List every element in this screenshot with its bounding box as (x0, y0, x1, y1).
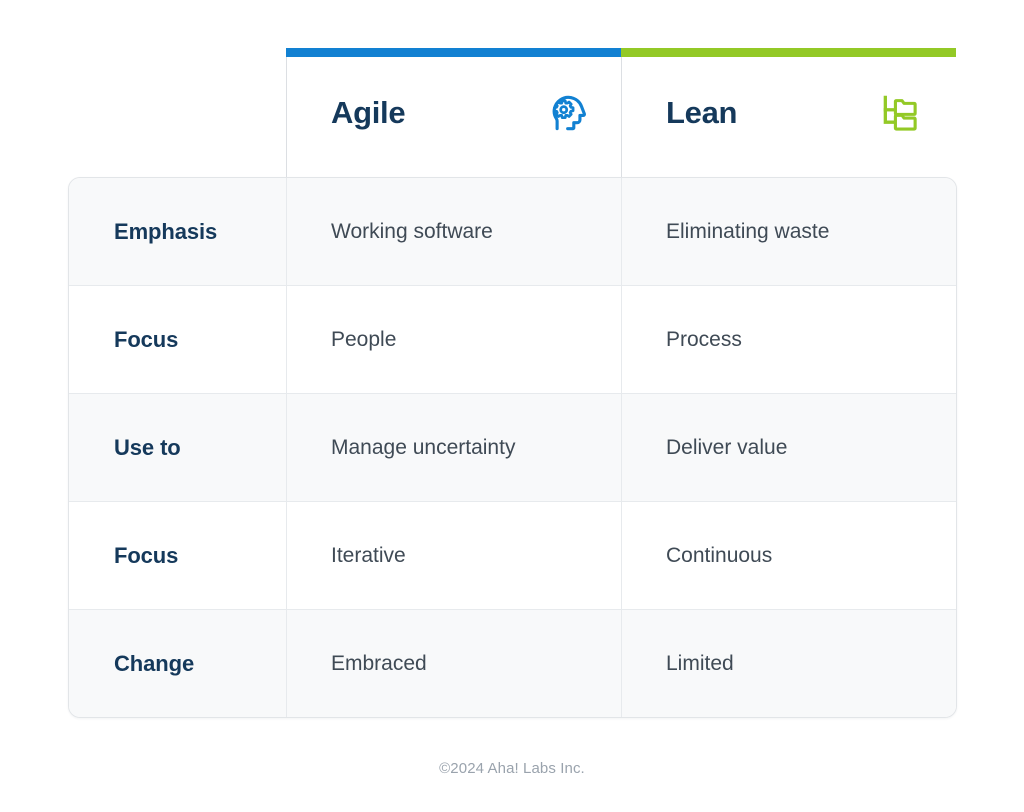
cell-agile: Working software (286, 178, 621, 285)
folder-tree-icon (878, 91, 922, 135)
agile-lean-comparison-table: Agile Lean Emphasis Working software Eli… (68, 48, 957, 718)
cell-agile: Iterative (286, 502, 621, 609)
column-title-agile: Agile (331, 95, 406, 130)
row-label: Use to (114, 434, 181, 460)
accent-bar-agile (286, 48, 621, 57)
table-body: Emphasis Working software Eliminating wa… (68, 177, 957, 718)
column-title-lean: Lean (666, 95, 738, 130)
row-label: Change (114, 650, 195, 676)
accent-bar-lean (621, 48, 956, 57)
table-header-label-column (68, 48, 286, 177)
table-header-row: Agile Lean (68, 48, 957, 177)
row-label: Emphasis (114, 218, 218, 244)
cell-lean: Limited (621, 610, 956, 717)
head-gear-icon (543, 91, 587, 135)
cell-agile: Embraced (286, 610, 621, 717)
table-row: Change Embraced Limited (69, 610, 956, 717)
table-row: Emphasis Working software Eliminating wa… (69, 178, 956, 286)
comparison-table-page: Agile Lean Emphasis Working software Eli… (0, 0, 1024, 812)
table-row: Use to Manage uncertainty Deliver value (69, 394, 956, 502)
cell-lean: Eliminating waste (621, 178, 956, 285)
cell-lean: Deliver value (621, 394, 956, 501)
table-header-lean: Lean (621, 48, 956, 177)
cell-agile: People (286, 286, 621, 393)
row-label: Focus (114, 542, 179, 568)
row-label: Focus (114, 326, 179, 352)
copyright-footer: ©2024 Aha! Labs Inc. (439, 760, 585, 777)
cell-lean: Continuous (621, 502, 956, 609)
table-row: Focus People Process (69, 286, 956, 394)
table-header-agile: Agile (286, 48, 621, 177)
cell-agile: Manage uncertainty (286, 394, 621, 501)
table-row: Focus Iterative Continuous (69, 502, 956, 610)
cell-lean: Process (621, 286, 956, 393)
